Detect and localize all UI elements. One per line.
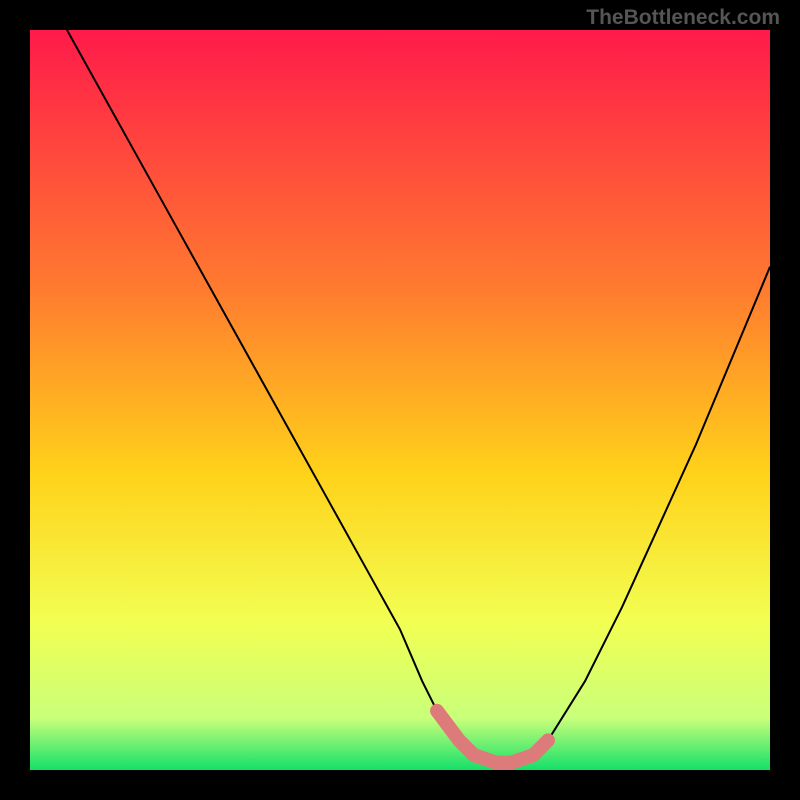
bottleneck-curve	[67, 30, 770, 763]
curve-layer	[30, 30, 770, 770]
chart-frame: TheBottleneck.com	[0, 0, 800, 800]
optimal-region-marker	[437, 711, 548, 763]
watermark-text: TheBottleneck.com	[586, 6, 780, 30]
plot-area	[30, 30, 770, 770]
